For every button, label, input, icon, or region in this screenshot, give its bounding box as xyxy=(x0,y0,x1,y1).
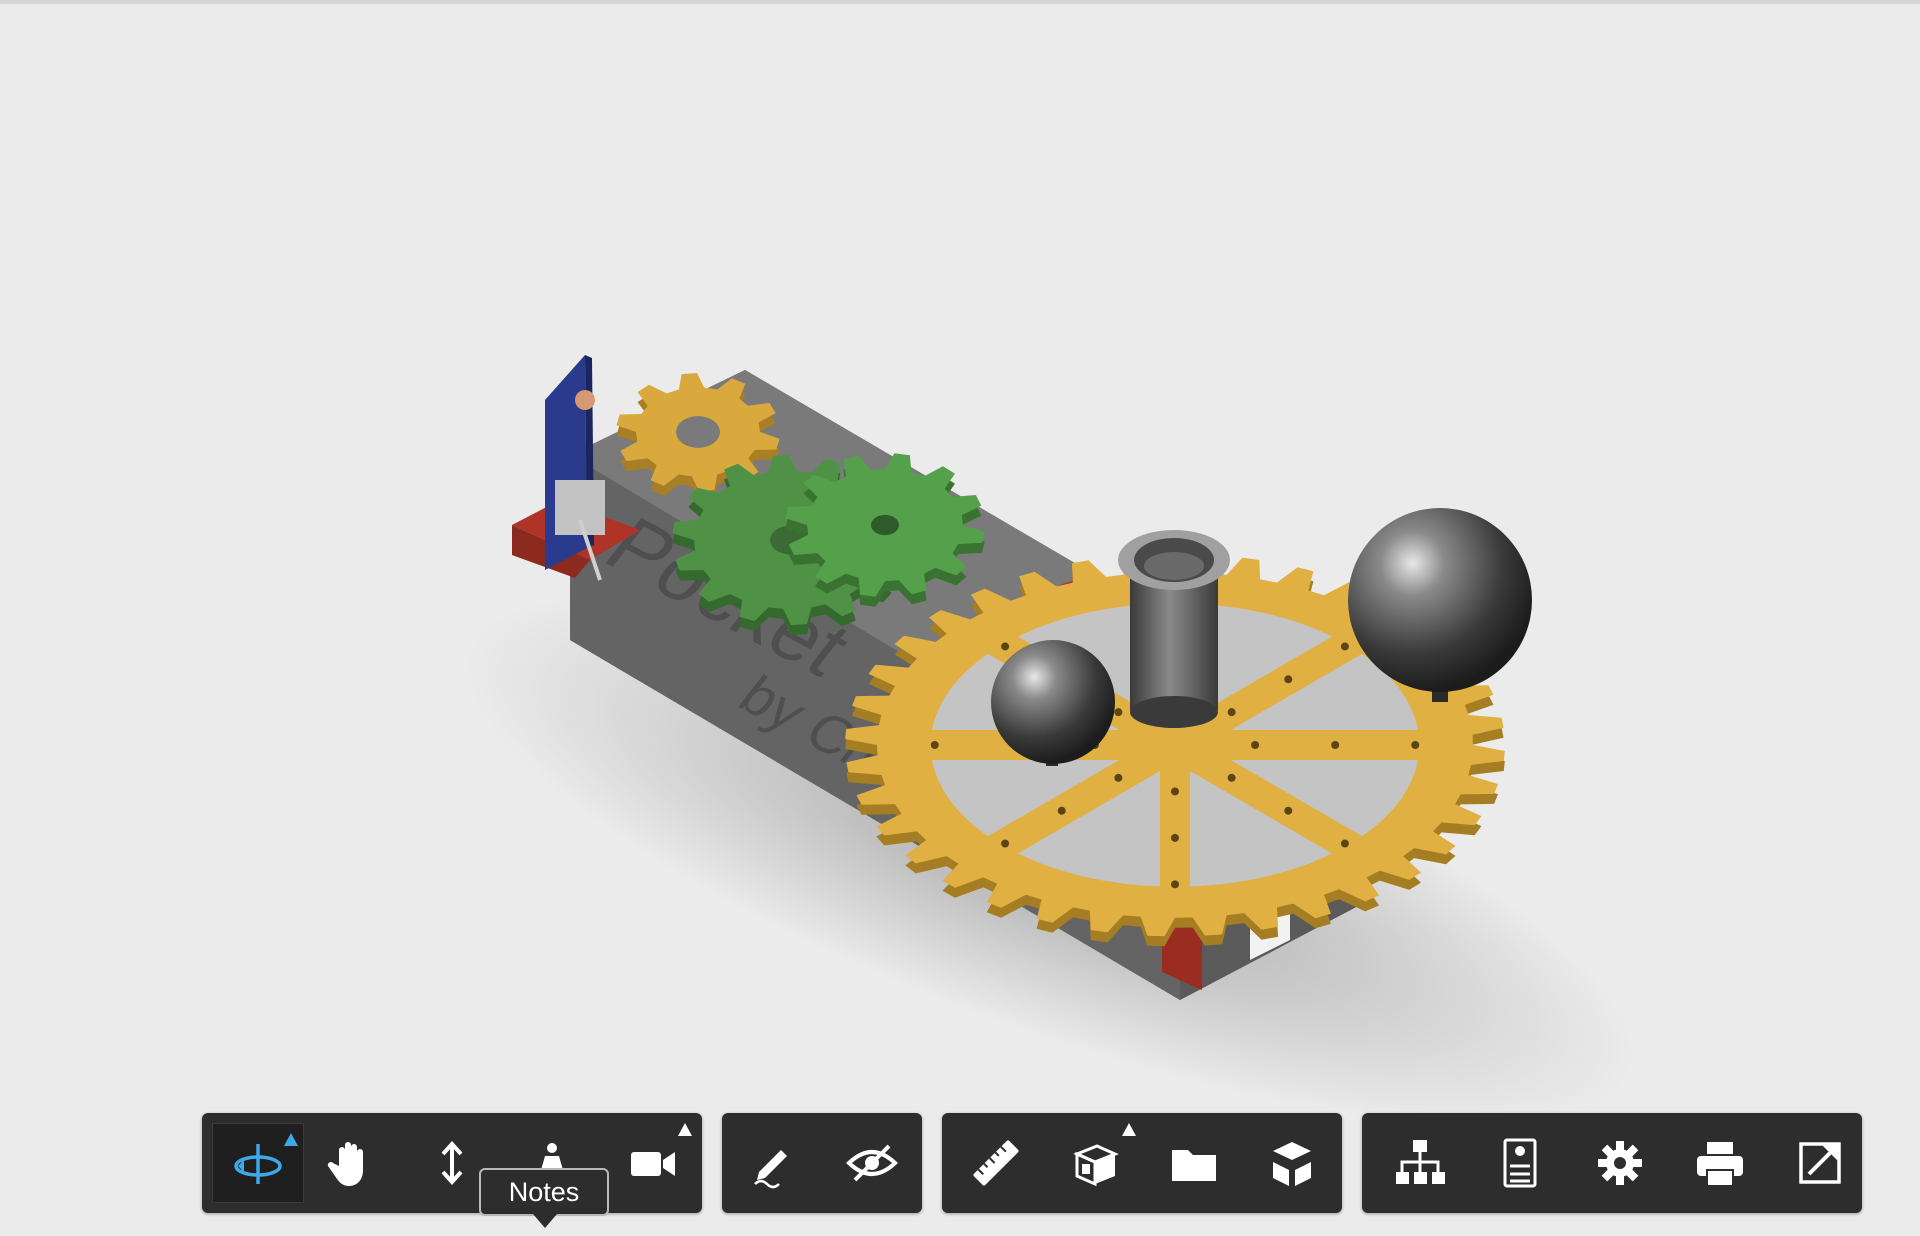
cube-section-icon xyxy=(1273,1142,1311,1186)
camera-button[interactable] xyxy=(606,1113,698,1213)
flyout-indicator xyxy=(284,1133,298,1146)
printer-icon xyxy=(1697,1142,1743,1187)
folder-icon xyxy=(1172,1150,1216,1181)
fullscreen-icon xyxy=(1799,1142,1841,1184)
orbit-icon xyxy=(234,1144,282,1184)
center-pillar xyxy=(1118,530,1230,728)
flyout-indicator xyxy=(1122,1123,1136,1136)
ruler-icon xyxy=(973,1140,1019,1186)
settings-toolbar xyxy=(1362,1113,1862,1213)
navigation-toolbar xyxy=(202,1113,702,1213)
properties-button[interactable] xyxy=(1474,1113,1566,1213)
explode-button[interactable] xyxy=(1050,1113,1142,1213)
properties-icon xyxy=(1503,1138,1537,1188)
review-toolbar xyxy=(722,1113,922,1213)
section-button[interactable] xyxy=(1246,1113,1338,1213)
3d-viewport[interactable]: Pocket by CreativeTools xyxy=(0,4,1920,1236)
flyout-indicator xyxy=(678,1123,692,1136)
tools-toolbar xyxy=(942,1113,1342,1213)
print-button[interactable] xyxy=(1674,1113,1766,1213)
gear-icon xyxy=(1598,1141,1642,1185)
model-browser-button[interactable] xyxy=(1148,1113,1240,1213)
orbit-button[interactable] xyxy=(212,1123,304,1203)
settings-button[interactable] xyxy=(1574,1113,1666,1213)
markup-button[interactable] xyxy=(726,1113,818,1213)
camera-icon xyxy=(631,1152,675,1176)
zoom-arrows-icon xyxy=(441,1141,463,1185)
hand-icon xyxy=(327,1142,363,1186)
measure-button[interactable] xyxy=(950,1113,1042,1213)
explode-icon xyxy=(1073,1144,1119,1187)
tooltip: Notes xyxy=(479,1168,609,1216)
eye-slash-icon xyxy=(846,1144,898,1182)
pan-button[interactable] xyxy=(304,1113,396,1213)
tooltip-arrow xyxy=(533,1214,557,1228)
fullscreen-button[interactable] xyxy=(1774,1113,1866,1213)
structure-button[interactable] xyxy=(1374,1113,1466,1213)
pencil-icon xyxy=(754,1150,787,1189)
hierarchy-icon xyxy=(1396,1140,1445,1184)
tooltip-text: Notes xyxy=(508,1176,580,1207)
hide-button[interactable] xyxy=(826,1113,918,1213)
